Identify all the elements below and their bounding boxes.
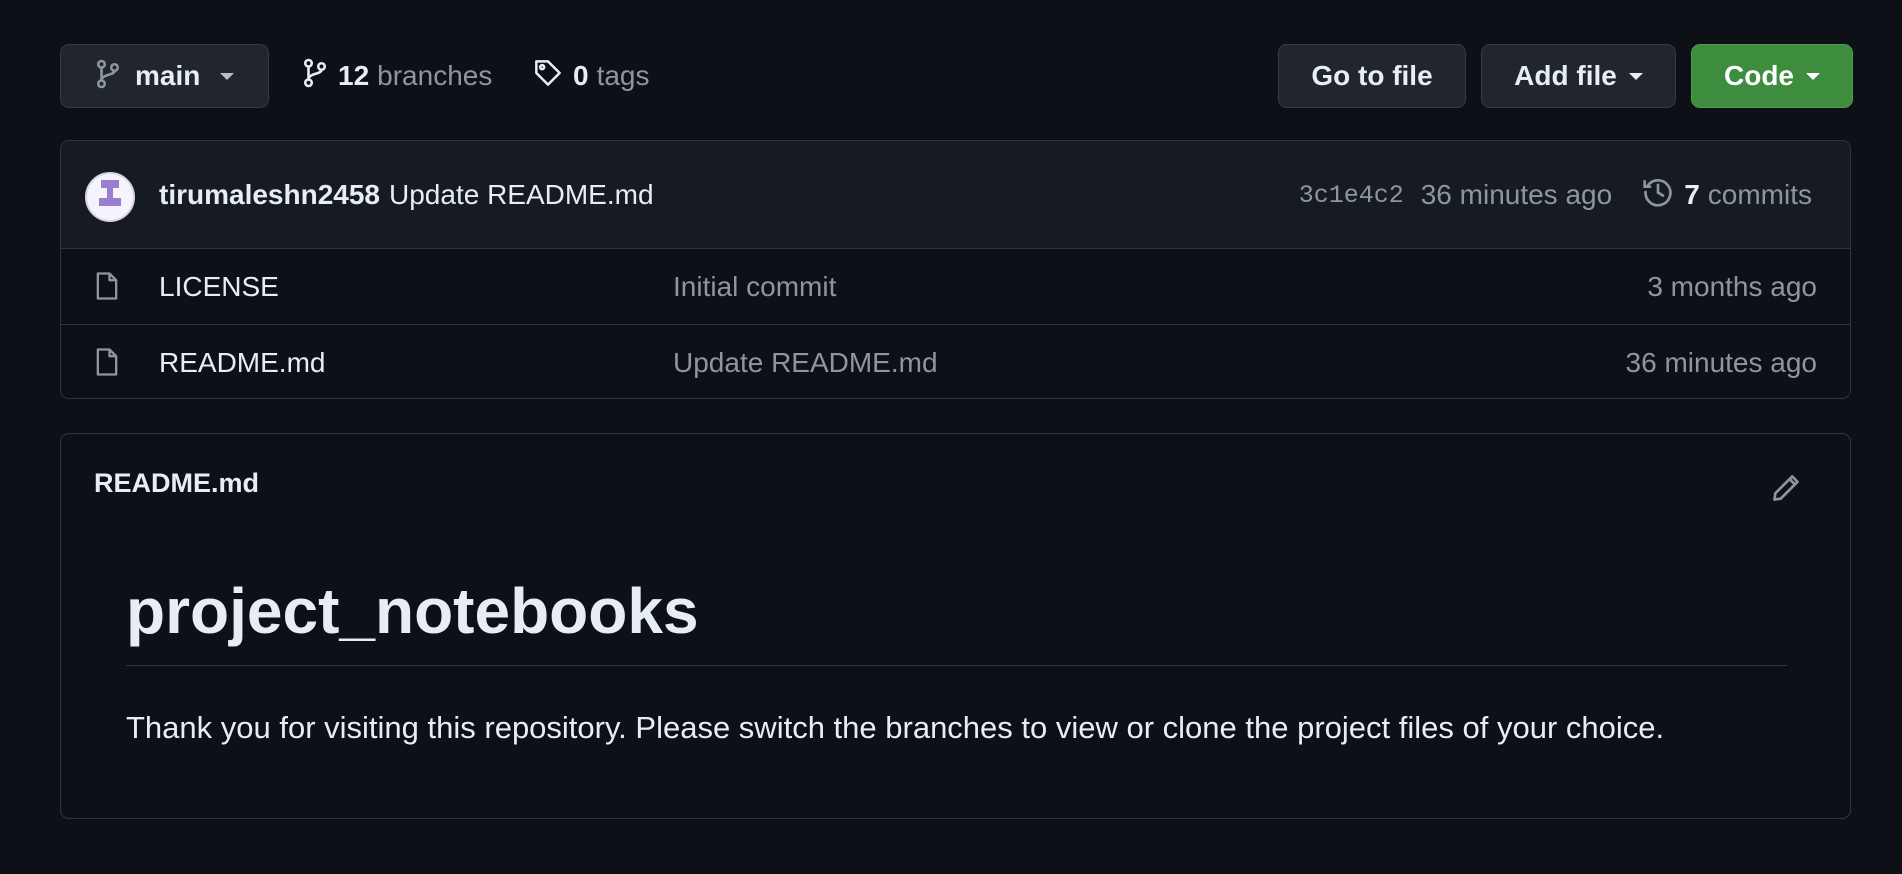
chevron-down-icon: [220, 72, 235, 80]
go-to-file-button[interactable]: Go to file: [1278, 44, 1466, 108]
commit-time: 36 minutes ago: [1420, 179, 1613, 210]
commit-author[interactable]: tirumaleshn2458: [159, 179, 380, 211]
chevron-down-icon: [1806, 72, 1820, 80]
git-branch-icon: [95, 59, 121, 94]
add-file-button[interactable]: Add file: [1481, 44, 1676, 108]
file-commit-message[interactable]: Update README.md: [673, 325, 938, 398]
file-icon: [95, 347, 119, 382]
branch-select-button[interactable]: main: [60, 44, 269, 108]
file-icon: [95, 271, 119, 306]
git-branch-icon: [302, 58, 328, 95]
commits-count: 7: [1684, 179, 1700, 210]
repo-toolbar: main 12 branches 0 tags Go to file Add f…: [60, 44, 1853, 108]
latest-commit-row: tirumaleshn2458 Update README.md 3c1e4c2…: [61, 141, 1850, 249]
commit-message[interactable]: Update README.md: [389, 179, 654, 211]
tags-label: tags: [596, 60, 650, 91]
commit-sha[interactable]: 3c1e4c2: [1299, 181, 1404, 210]
file-table: tirumaleshn2458 Update README.md 3c1e4c2…: [60, 140, 1851, 399]
readme-body-text: Thank you for visiting this repository. …: [126, 710, 1665, 745]
tags-count: 0: [573, 60, 589, 91]
chevron-down-icon: [1628, 72, 1643, 80]
file-commit-message[interactable]: Initial commit: [673, 249, 836, 324]
history-icon: [1642, 176, 1674, 215]
readme-panel: README.md project_notebooks Thank you fo…: [60, 433, 1851, 819]
page-edge: [1896, 0, 1902, 874]
readme-title: project_notebooks: [126, 577, 1787, 667]
go-to-file-label: Go to file: [1311, 60, 1433, 91]
pencil-icon[interactable]: [1770, 472, 1802, 504]
branch-name: main: [135, 60, 201, 91]
file-name[interactable]: LICENSE: [159, 249, 279, 324]
code-button[interactable]: Code: [1691, 44, 1853, 108]
readme-filename[interactable]: README.md: [94, 468, 259, 499]
branches-count: 12: [338, 60, 370, 91]
avatar[interactable]: [85, 172, 135, 222]
table-row[interactable]: README.md Update README.md 36 minutes ag…: [61, 324, 1850, 398]
tag-icon: [533, 58, 563, 95]
code-label: Code: [1724, 60, 1794, 91]
branches-link[interactable]: 12 branches: [302, 44, 492, 108]
branches-label: branches: [377, 60, 493, 91]
table-row[interactable]: LICENSE Initial commit 3 months ago: [61, 249, 1850, 324]
add-file-label: Add file: [1514, 60, 1617, 91]
commits-history-link[interactable]: 7 commits: [1642, 176, 1812, 215]
file-name[interactable]: README.md: [159, 325, 325, 398]
tags-link[interactable]: 0 tags: [533, 44, 650, 108]
file-age: 36 minutes ago: [1625, 346, 1817, 378]
commits-label: commits: [1707, 179, 1812, 210]
file-age: 3 months ago: [1647, 270, 1817, 302]
